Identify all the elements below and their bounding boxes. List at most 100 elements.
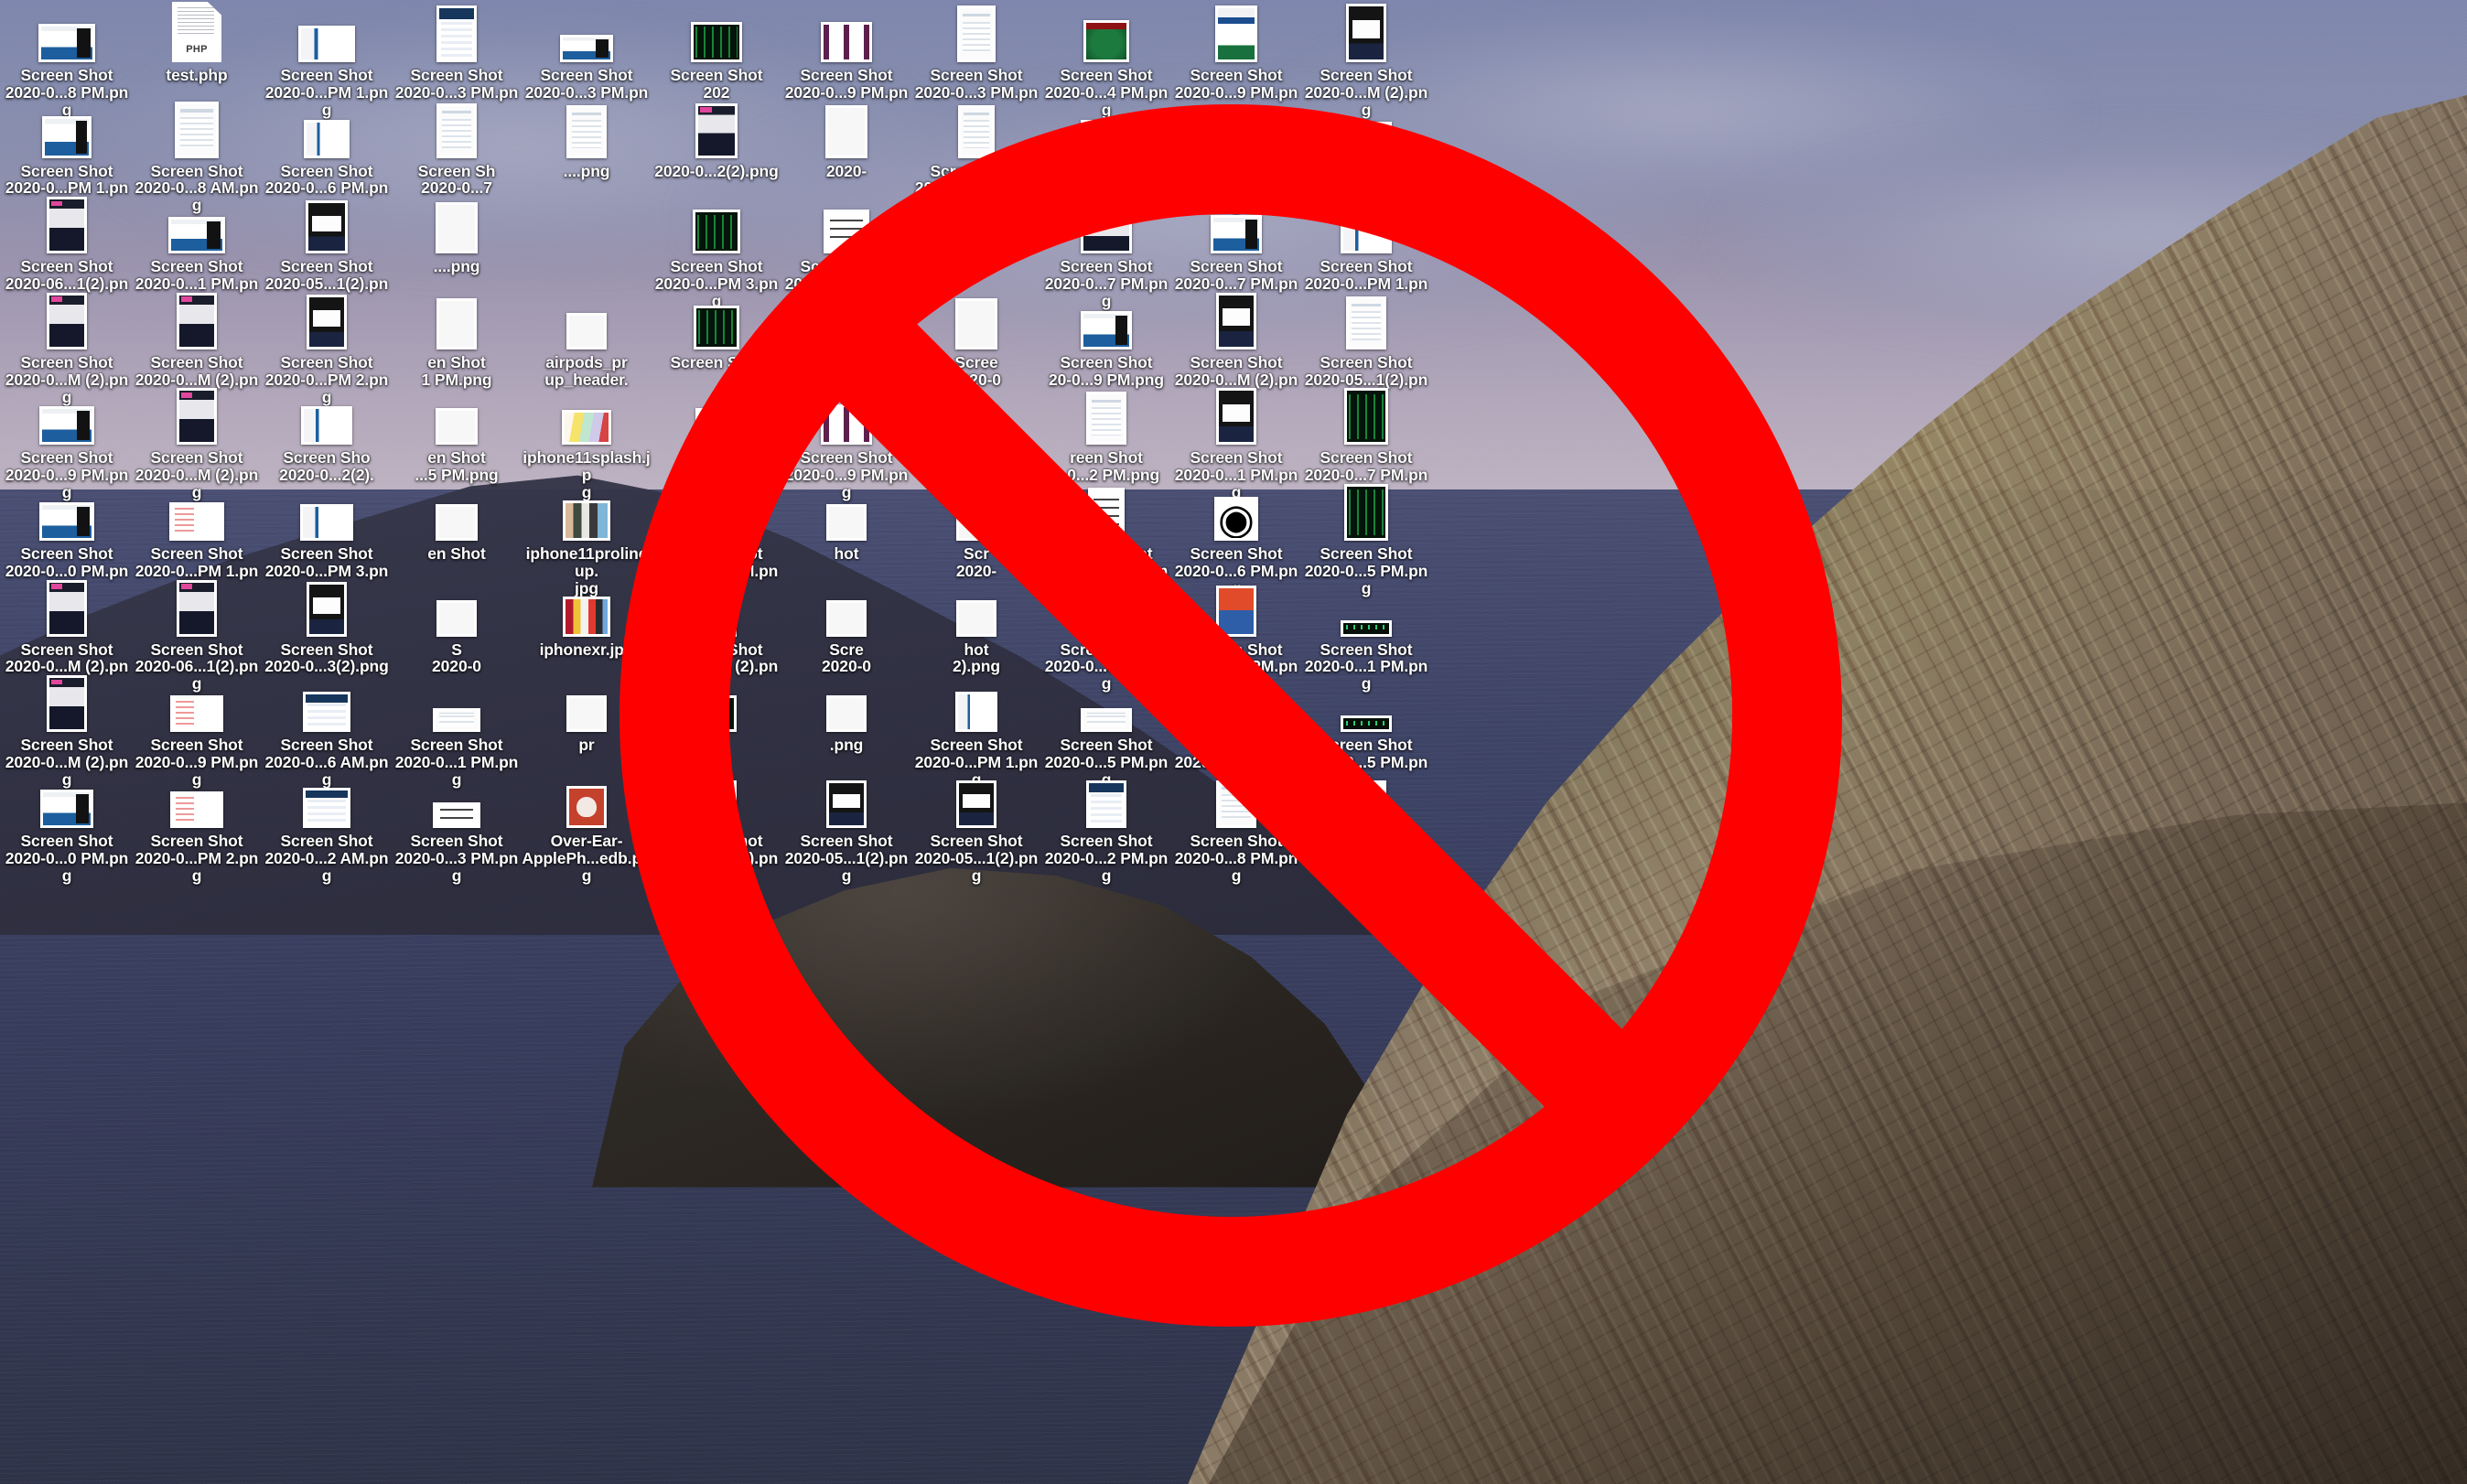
desktop-file-icon[interactable]: en Shot ...5 PM.png [392,384,522,484]
file-name-line-2: ....png [433,257,480,276]
file-name-line-2: ApplePh...edb.png [522,848,652,885]
desktop-file-icon[interactable]: Screen Shot2020-05...1(2).png [652,768,781,885]
desktop-file-icon[interactable]: 2020-0...2(2).png [652,98,781,180]
desktop-file-icon[interactable]: airpods_pr up_header. [522,289,652,389]
desktop-file-icon[interactable]: Screen Shot ...3(2).png [781,289,911,389]
file-thumbnail-wrapper [47,672,87,733]
desktop-file-icon[interactable]: en Shot [392,480,522,563]
desktop-file-icon[interactable]: 2020- [781,98,911,180]
file-name-line-1: Screen Shot [1190,831,1283,850]
desktop-file-icon[interactable]: Screen Shot2020-0...3 PM.png [392,768,522,885]
desktop-file-icon[interactable]: en Shot 1 PM.png [392,289,522,389]
file-name-line-1: iphone11splash.jp [522,448,651,485]
screenshot-thumbnail [696,585,737,637]
file-thumbnail-wrapper [301,384,352,446]
desktop-file-icon[interactable]: Screen Sho 2020-0...2(2). [262,384,392,484]
screenshot-thumbnail [307,294,347,349]
file-name-label: Screen Sh 2020-0...7 [418,162,496,198]
file-name-line-1: Screen Shot [1060,544,1153,563]
file-name-line-1: iphone11prolineup. [525,544,648,580]
file-thumbnail-wrapper [436,193,478,254]
file-name-line-1: Screen Shot [1190,352,1283,371]
file-thumbnail-wrapper [826,672,867,733]
desktop-file-icon[interactable]: Over-Ear- ApplePh...edb.png [522,768,652,885]
file-name-line-1: Screen Shot [800,448,893,468]
screenshot-thumbnail [562,410,611,446]
file-thumbnail-wrapper [957,2,996,62]
desktop-file-icon[interactable]: Scree 2020-0...P [911,384,1041,484]
screenshot-thumbnail [956,504,996,541]
file-name-label: Screen Shot2020-05...1(2).png [781,832,911,885]
file-name-line-1: Screen Shot [20,640,113,659]
file-thumbnail-wrapper [303,768,350,828]
desktop-file-icon[interactable]: PHP test.php [132,2,262,84]
file-thumbnail-wrapper [1081,672,1132,733]
file-thumbnail-wrapper [436,2,477,62]
file-thumbnail-wrapper [955,193,997,254]
file-name-line-2: ....png [563,161,610,180]
desktop-file-icon[interactable]: Screen Shot 2020-0...2 PM.png [1041,768,1171,885]
desktop-file-icon[interactable]: reen Shot 0-0...2 PM.png [1041,384,1171,484]
desktop-file-icon[interactable]: Screen Shot 2020-0...2 AM.png [262,768,392,885]
desktop-file-icon[interactable]: Screen Shot2020-0...8 PM.png [1171,768,1301,885]
file-name-line-1: Screen Shot [20,831,113,850]
screenshot-thumbnail [1346,296,1386,349]
desktop-file-icon[interactable]: hot [781,480,911,563]
desktop-file-icon[interactable]: iphonexr.jpg [522,576,652,659]
php-icon-label: PHP [186,44,208,55]
desktop-file-icon[interactable]: S 2020-0 [392,576,522,676]
file-name-line-1: Screen Shot [410,831,503,850]
screenshot-thumbnail [691,22,742,62]
desktop-file-icon[interactable]: pr [522,672,652,754]
screenshot-thumbnail [38,24,95,62]
file-thumbnail-wrapper [824,193,869,254]
desktop-file-icon[interactable]: Scre 2020-0 [781,576,911,676]
file-name-line-2: 2020- [825,161,867,180]
screenshot-thumbnail [956,599,996,637]
file-thumbnail-wrapper [1216,384,1256,446]
screenshot-thumbnail [560,35,613,62]
desktop-file-icon[interactable]: Screen Shot 20-0...9 PM.png [1041,289,1171,389]
desktop-file-icon[interactable]: Screen Shot 2020-0...PM 2.png [132,768,262,885]
file-name-label: Screen Shot2020-05...1(2).png [652,832,781,885]
desktop-file-icon[interactable]: Screen Sh 2020-0...7 [392,98,522,198]
file-name-line-2: 2020-0...5 PM.png [1304,848,1428,885]
screenshot-thumbnail [170,790,223,828]
desktop-file-icon[interactable]: Scr 2020- [911,480,1041,580]
desktop-file-icon[interactable] [652,672,781,737]
screenshot-thumbnail [566,104,607,158]
file-name-label: pr [578,737,594,754]
file-name-line-1: Screen Shot [930,736,1023,755]
desktop-file-icon[interactable]: hot 2).png [911,576,1041,676]
file-thumbnail-wrapper [1216,576,1256,637]
desktop-file-icon[interactable]: ....png [392,193,522,275]
desktop-file-icon[interactable]: .png [781,672,911,754]
desktop-file-icon[interactable]: Screen Shot [652,289,781,371]
desktop-file-icon[interactable]: Screen Shot2020-05...1(2).png [911,768,1041,885]
desktop-file-icon[interactable]: Screen Shot 202 [652,2,781,102]
desktop-file-icon[interactable]: Scree 2020-0 [911,289,1041,389]
file-thumbnail-wrapper [560,2,613,62]
desktop-file-icon[interactable]: ....png [522,98,652,180]
desktop-file-icon[interactable]: 20- [911,193,1041,275]
desktop-file-icon[interactable]: Screen Shot2020-0...5 PM.png [1301,768,1431,885]
file-name-label: Scr 2020- [956,545,996,580]
file-thumbnail-wrapper [956,768,996,828]
file-name-line-1: Screen Shot [1190,448,1283,468]
file-name-label: Screen Sho 2020-0...2(2). [279,449,374,484]
desktop-file-icon[interactable]: Screen Shot2020-05...1(2).png [781,768,911,885]
screenshot-thumbnail [1216,585,1256,637]
screenshot-thumbnail [1341,619,1392,637]
desktop-file-icon[interactable]: Screen Shot 2020-0...3(2).png [262,576,392,676]
file-name-label: Screen Shot [670,353,762,371]
desktop-file-icon[interactable]: 2020 [652,384,781,467]
screenshot-thumbnail [175,101,219,158]
file-name-line-1: Screen Shot [410,66,503,84]
file-thumbnail-wrapper [1344,384,1388,446]
file-thumbnail-wrapper [566,98,607,158]
file-thumbnail-wrapper [307,576,347,637]
desktop-file-icon[interactable]: Screen Shot2020-0...0 PM.png [2,768,132,885]
file-thumbnail-wrapper [695,384,738,446]
file-thumbnail-wrapper [307,289,347,349]
file-name-line-1: Screen Shot [1320,66,1413,84]
